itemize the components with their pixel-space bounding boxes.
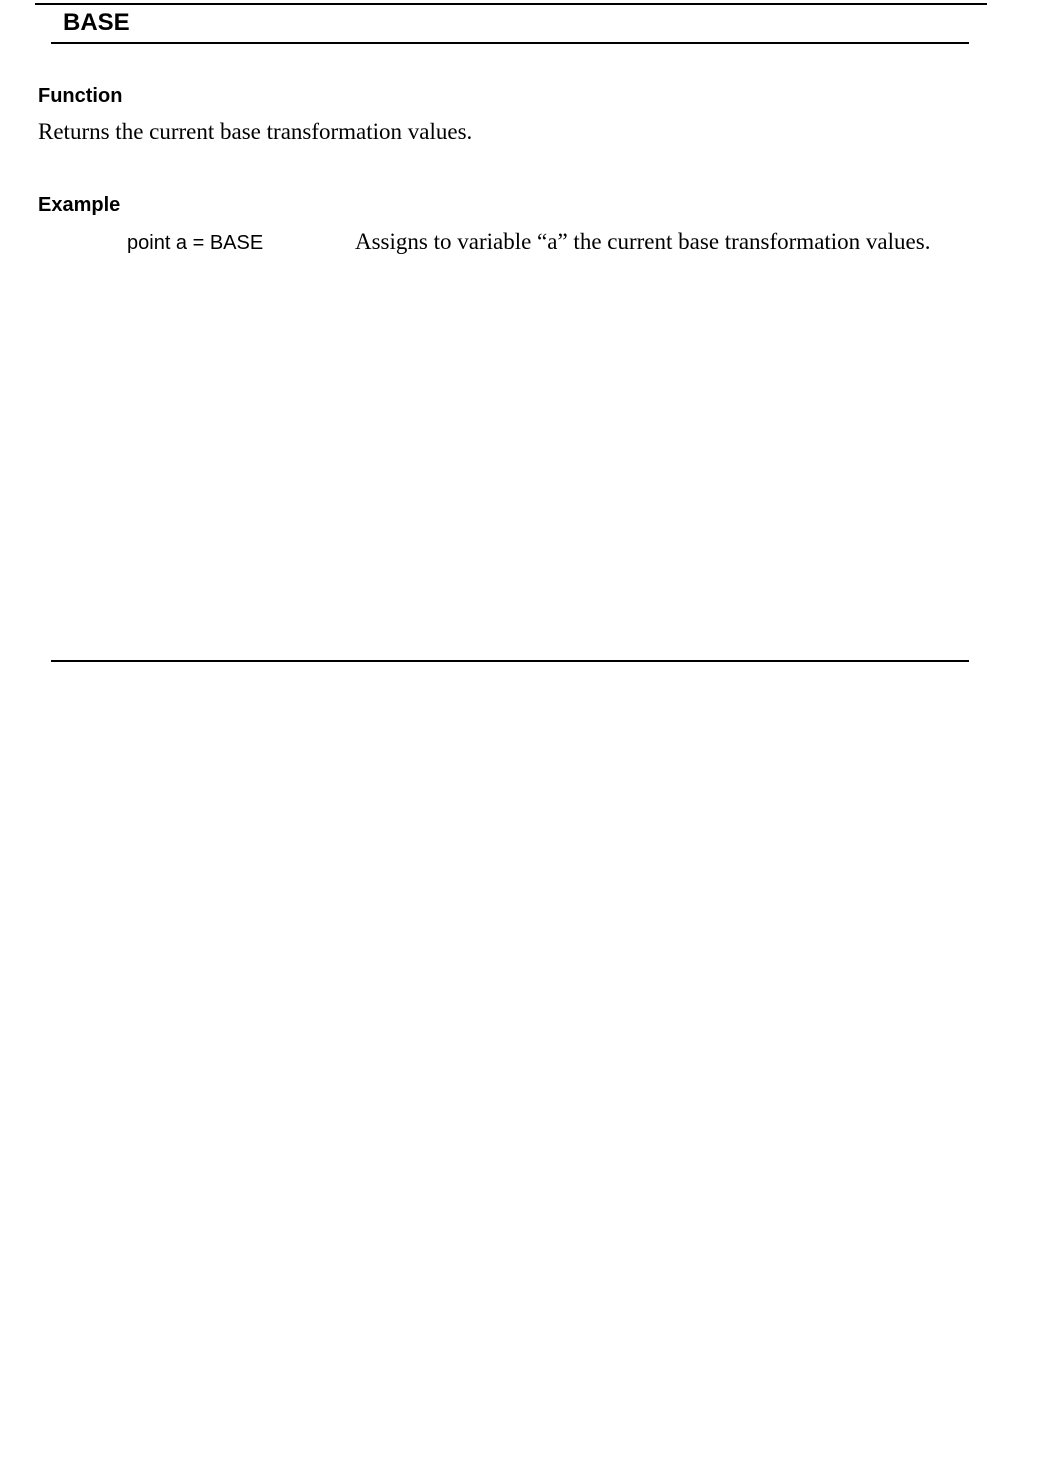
- function-description: Returns the current base transformation …: [38, 119, 473, 144]
- title-underline-rule: [51, 42, 969, 44]
- example-description: Assigns to variable “a” the current base…: [355, 229, 931, 254]
- top-rule: [35, 3, 987, 5]
- example-heading: Example: [38, 194, 121, 216]
- example-code: point a = BASE: [127, 232, 264, 254]
- page-title: BASE: [63, 9, 130, 36]
- function-heading: Function: [38, 85, 123, 107]
- bottom-rule: [51, 660, 969, 662]
